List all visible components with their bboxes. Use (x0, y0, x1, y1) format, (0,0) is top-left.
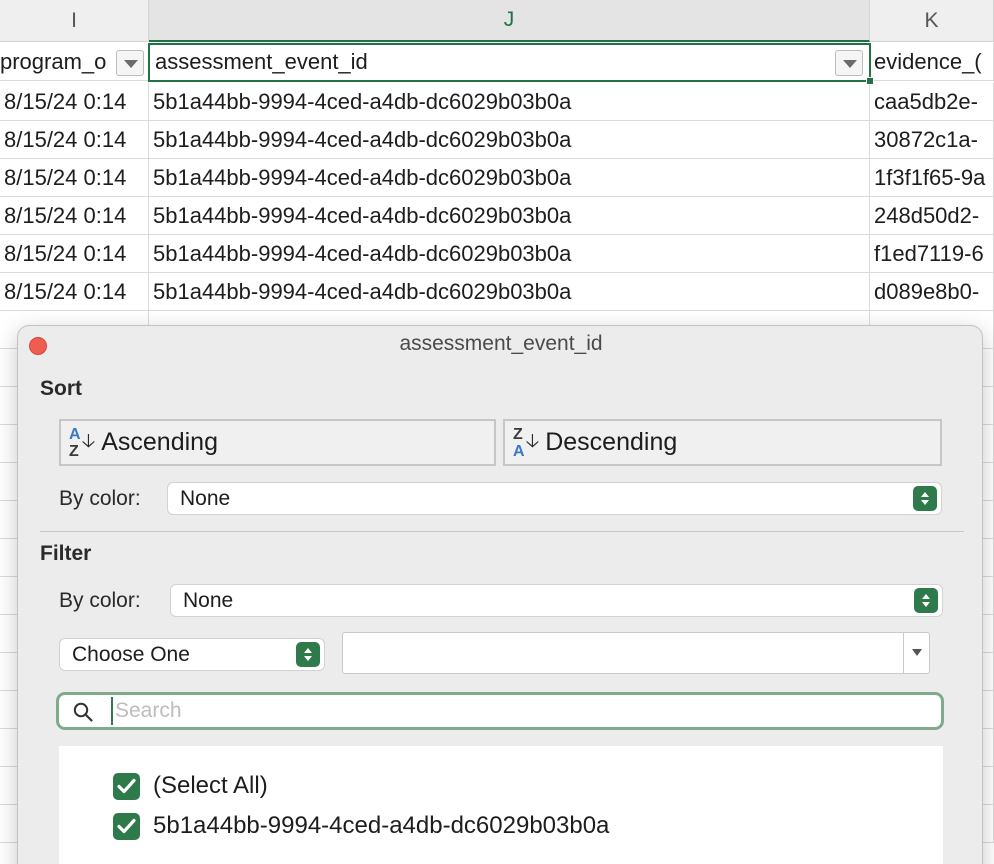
checkbox-checked-icon[interactable] (113, 772, 140, 800)
filter-dropdown-button-active[interactable] (835, 50, 863, 76)
column-header-i[interactable]: I (0, 0, 149, 42)
filter-by-color-label: By color: (59, 589, 141, 612)
column-header-k[interactable]: K (870, 0, 994, 42)
table-cell[interactable]: f1ed7119-6 (870, 235, 994, 273)
list-item[interactable]: 5b1a44bb-9994-4ced-a4db-dc6029b03b0a (113, 812, 609, 840)
sort-descending-button[interactable]: ZA 🡣 Descending (503, 419, 942, 466)
filter-condition-value: Choose One (72, 643, 190, 666)
table-row: 8/15/24 0:14 5b1a44bb-9994-4ced-a4db-dc6… (0, 159, 994, 197)
sort-ascending-icon: AZ 🡣 (69, 425, 96, 460)
table-cell[interactable]: 8/15/24 0:14 (0, 235, 149, 273)
list-item-label: (Select All) (153, 772, 268, 799)
table-cell[interactable]: d089e8b0- (870, 273, 994, 311)
table-cell[interactable]: 8/15/24 0:14 (0, 83, 149, 121)
sort-ascending-button[interactable]: AZ 🡣 Ascending (59, 419, 496, 466)
header-cell-text: program_o (0, 49, 107, 74)
sort-by-color-value: None (180, 487, 231, 510)
checkbox-checked-icon[interactable] (113, 812, 140, 840)
filter-section-label: Filter (40, 542, 92, 565)
icon-letter: A (513, 442, 525, 460)
table-cell[interactable]: 5b1a44bb-9994-4ced-a4db-dc6029b03b0a (149, 121, 870, 159)
section-divider (40, 531, 964, 532)
table-cell[interactable]: 5b1a44bb-9994-4ced-a4db-dc6029b03b0a (149, 273, 870, 311)
sort-descending-icon: ZA 🡣 (513, 425, 540, 460)
filter-criteria-combobox[interactable] (342, 632, 930, 674)
filter-by-color-select[interactable]: None (170, 584, 943, 617)
search-field[interactable] (56, 692, 944, 730)
icon-letter: A (69, 425, 81, 443)
column-letter: K (924, 8, 939, 32)
table-row: 8/15/24 0:14 5b1a44bb-9994-4ced-a4db-dc6… (0, 235, 994, 273)
table-header-row: program_o assessment_event_id evidence_( (0, 43, 994, 81)
filter-popover: assessment_event_id Sort AZ 🡣 Ascending … (17, 325, 983, 864)
search-input[interactable] (111, 697, 931, 725)
table-cell[interactable]: 30872c1a- (870, 121, 994, 159)
table-cell[interactable]: 1f3f1f65-9a (870, 159, 994, 197)
sort-by-color-label: By color: (59, 487, 141, 510)
table-row: 8/15/24 0:14 5b1a44bb-9994-4ced-a4db-dc6… (0, 121, 994, 159)
icon-letter: Z (513, 425, 523, 443)
popover-title: assessment_event_id (399, 332, 603, 355)
select-stepper-icon (913, 486, 937, 511)
filter-condition-select[interactable]: Choose One (59, 638, 325, 671)
filter-dropdown-button[interactable] (116, 50, 144, 76)
table-cell[interactable]: 8/15/24 0:14 (0, 197, 149, 235)
header-cell-text: evidence_( (874, 49, 982, 74)
table-row: 8/15/24 0:14 5b1a44bb-9994-4ced-a4db-dc6… (0, 197, 994, 235)
table-cell[interactable]: 5b1a44bb-9994-4ced-a4db-dc6029b03b0a (149, 83, 870, 121)
column-header-j[interactable]: J (149, 0, 870, 42)
table-cell[interactable]: 248d50d2- (870, 197, 994, 235)
table-cell[interactable]: 5b1a44bb-9994-4ced-a4db-dc6029b03b0a (149, 159, 870, 197)
list-item-select-all[interactable]: (Select All) (113, 772, 268, 800)
header-cell-assessment-event-id[interactable]: assessment_event_id (149, 43, 870, 81)
select-stepper-icon (296, 642, 320, 667)
filter-values-list[interactable]: (Select All) 5b1a44bb-9994-4ced-a4db-dc6… (59, 746, 943, 864)
sort-section-label: Sort (40, 377, 82, 400)
table-cell[interactable]: 8/15/24 0:14 (0, 273, 149, 311)
list-item-label: 5b1a44bb-9994-4ced-a4db-dc6029b03b0a (153, 812, 610, 839)
table-row: 8/15/24 0:14 5b1a44bb-9994-4ced-a4db-dc6… (0, 273, 994, 311)
sort-ascending-label: Ascending (101, 428, 218, 456)
select-stepper-icon (914, 588, 938, 613)
chevron-down-icon[interactable] (903, 633, 929, 673)
table-cell[interactable]: 8/15/24 0:14 (0, 121, 149, 159)
search-icon (73, 702, 93, 722)
sort-descending-label: Descending (545, 428, 678, 456)
icon-letter: Z (69, 442, 79, 460)
table-cell[interactable]: 5b1a44bb-9994-4ced-a4db-dc6029b03b0a (149, 235, 870, 273)
column-letter: J (503, 8, 515, 31)
sort-by-color-select[interactable]: None (167, 482, 942, 515)
table-row: 8/15/24 0:14 5b1a44bb-9994-4ced-a4db-dc6… (0, 83, 994, 121)
table-cell[interactable]: 5b1a44bb-9994-4ced-a4db-dc6029b03b0a (149, 197, 870, 235)
table-cell[interactable]: caa5db2e- (870, 83, 994, 121)
table-cell[interactable]: 8/15/24 0:14 (0, 159, 149, 197)
filter-by-color-value: None (183, 589, 234, 612)
column-letter: I (71, 8, 77, 32)
header-cell-evidence[interactable]: evidence_( (870, 43, 994, 81)
header-cell-text: assessment_event_id (155, 49, 368, 74)
